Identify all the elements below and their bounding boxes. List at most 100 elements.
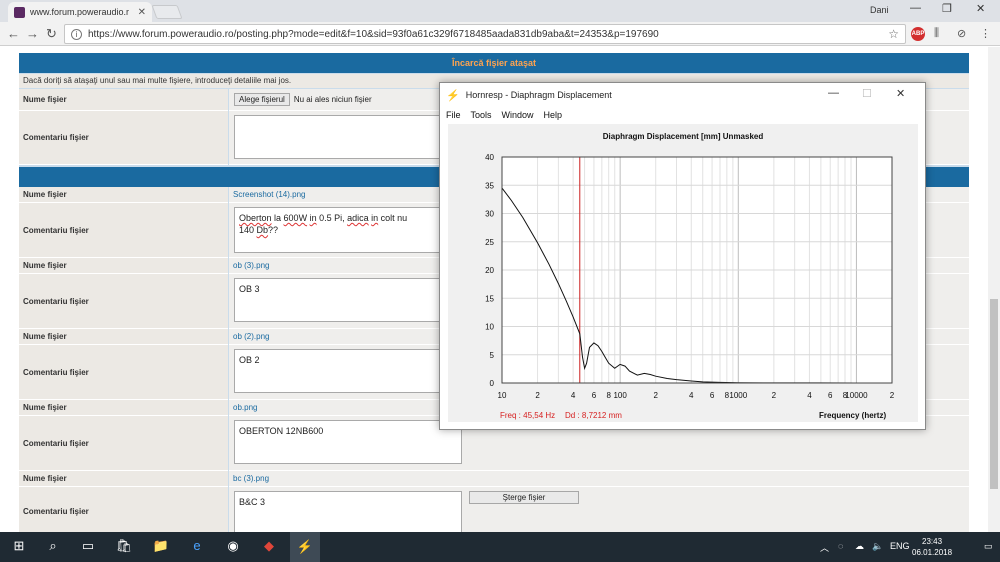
attachment-filename[interactable]: ob (2).png	[233, 332, 269, 341]
minimize-icon[interactable]: —	[910, 2, 921, 14]
file-input[interactable]: Alege fişierul Nu ai ales niciun fişier	[234, 93, 372, 106]
attachment-comment[interactable]: OB 3	[234, 278, 462, 322]
y-tick-label: 35	[485, 181, 494, 190]
attachment-comment[interactable]: OB 2	[234, 349, 462, 393]
tab-bar: www.forum.poweraudio.r ✕ Dani — ❐ ✕	[0, 0, 1000, 22]
close-icon[interactable]: ✕	[896, 87, 905, 100]
displacement-chart[interactable]: 0510152025303540 10 2 4 6 8 100 2 4 6 8 1000 2 4 6 810…	[448, 124, 918, 409]
y-tick-label: 10	[485, 323, 494, 332]
attachment-comment-row: Comentariu fişier B&C 3 Şterge fişier	[19, 487, 969, 532]
language-indicator[interactable]: ENG	[890, 541, 910, 551]
y-tick-label: 15	[485, 294, 494, 303]
x-tick-label: 2	[653, 391, 658, 400]
choose-file-button[interactable]: Alege fişierul	[234, 93, 290, 106]
forward-icon[interactable]: →	[26, 26, 39, 41]
upload-header: Încarcă fişier ataşat	[19, 53, 969, 73]
x-tick-labels: 10 2 4 6 8 100 2 4 6 8 1000 2 4 6 810000 2	[498, 391, 895, 400]
menu-icon[interactable]: ⋮	[980, 27, 991, 40]
filename-label: Nume fişier	[19, 89, 228, 111]
hornresp-titlebar[interactable]: ⚡ Hornresp - Diaphragm Displacement — ☐ …	[440, 83, 925, 107]
attachment-filename[interactable]: ob (3).png	[233, 261, 269, 270]
chrome-icon[interactable]: ◉	[222, 538, 244, 554]
attachment-filename[interactable]: Screenshot (14).png	[233, 190, 306, 199]
delete-file-button[interactable]: Şterge fişier	[469, 491, 579, 504]
search-icon[interactable]: ⌕	[42, 538, 64, 554]
back-icon[interactable]: ←	[7, 26, 20, 41]
url-text[interactable]: https://www.forum.poweraudio.ro/posting.…	[88, 29, 888, 40]
x-tick-label: 1000	[729, 391, 747, 400]
edge-icon[interactable]: e	[186, 538, 208, 553]
attachment-filename[interactable]: ob.png	[233, 403, 257, 412]
store-icon[interactable]: 🛍	[113, 538, 135, 554]
profile-name[interactable]: Dani	[870, 5, 889, 15]
site-info-icon[interactable]: i	[71, 28, 82, 40]
browser-tab[interactable]: www.forum.poweraudio.r ✕	[8, 2, 152, 22]
reload-icon[interactable]: ↻	[46, 26, 57, 42]
y-tick-label: 0	[490, 379, 495, 388]
hornresp-lightning-icon: ⚡	[446, 89, 460, 102]
toolbar: ← → ↻ i https://www.forum.poweraudio.ro/…	[0, 22, 1000, 46]
attachment-comment[interactable]: B&C 3	[234, 491, 462, 532]
attachment-filename[interactable]: bc (3).png	[233, 474, 269, 483]
address-bar[interactable]: i https://www.forum.poweraudio.ro/postin…	[64, 24, 906, 44]
x-tick-label: 2	[890, 391, 895, 400]
plot-area: Diaphragm Displacement [mm] Unmasked 051…	[448, 124, 918, 422]
equalizer-icon[interactable]: ⫼	[934, 27, 939, 40]
bookmark-star-icon[interactable]: ☆	[888, 27, 899, 41]
x-axis-label: Frequency (hertz)	[819, 411, 887, 420]
restore-icon[interactable]: ❐	[942, 2, 952, 15]
x-tick-label: 10	[498, 391, 507, 400]
hornresp-taskbar-icon[interactable]: ⚡	[290, 532, 320, 562]
new-tab-button[interactable]	[151, 5, 183, 19]
clock-time: 23:43	[922, 537, 943, 546]
dd-readout: Dd : 8,7212 mm	[565, 411, 622, 420]
y-tick-label: 40	[485, 153, 494, 162]
volume-icon[interactable]: 🔈	[872, 541, 883, 552]
network-icon[interactable]: ◌	[838, 541, 843, 551]
page-scrollbar[interactable]	[988, 47, 1000, 532]
x-tick-label: 8	[606, 391, 611, 400]
minimize-icon[interactable]: —	[828, 87, 839, 99]
menu-file[interactable]: File	[446, 110, 461, 120]
site-favicon-icon	[14, 6, 25, 18]
attachment-filename-row: Nume fişier bc (3).png	[19, 471, 969, 487]
block-icon[interactable]: ⊘	[957, 27, 966, 40]
menu-tools[interactable]: Tools	[471, 110, 492, 120]
menu-window[interactable]: Window	[502, 110, 534, 120]
x-tick-label: 4	[571, 391, 576, 400]
x-tick-label: 2	[535, 391, 540, 400]
notifications-icon[interactable]: ▭	[984, 541, 993, 552]
onedrive-icon[interactable]: ☁	[855, 541, 864, 552]
x-tick-label: 4	[689, 391, 694, 400]
maximize-icon[interactable]: ☐	[862, 87, 872, 100]
file-explorer-icon[interactable]: 📁	[150, 538, 172, 554]
menu-help[interactable]: Help	[544, 110, 563, 120]
comment-label: Comentariu fişier	[19, 111, 228, 165]
x-tick-label: 100	[613, 391, 627, 400]
adblock-icon[interactable]: ABP	[911, 27, 925, 41]
y-tick-label: 5	[490, 351, 495, 360]
tray-chevron-icon[interactable]: ︿	[820, 541, 829, 554]
windows-start-icon[interactable]: ⊞	[8, 538, 30, 554]
paint-icon[interactable]: ◆	[258, 538, 280, 554]
close-window-icon[interactable]: ✕	[976, 2, 985, 15]
y-tick-labels: 0 5 10 15 20 25 30 35 40	[485, 153, 494, 388]
close-tab-icon[interactable]: ✕	[138, 7, 146, 18]
taskbar: ⊞ ⌕ ▭ 🛍 📁 e ◉ ◆ ⚡ ︿ ◌ ☁ 🔈 ENG 23:43 06.0…	[0, 532, 1000, 562]
x-tick-label: 2	[772, 391, 777, 400]
clock-date: 06.01.2018	[912, 548, 953, 557]
x-tick-label: 6	[592, 391, 597, 400]
attachment-comment[interactable]: OBERTON 12NB600	[234, 420, 462, 464]
attachment-comment[interactable]: Oberton la 600W in 0.5 Pi, adica in colt…	[234, 207, 462, 253]
y-tick-label: 25	[485, 238, 494, 247]
comment-textarea[interactable]	[234, 115, 462, 159]
x-tick-label: 4	[807, 391, 812, 400]
tab-title: www.forum.poweraudio.r	[30, 7, 130, 17]
clock[interactable]: 23:43 06.01.2018	[912, 536, 952, 558]
x-tick-label: 6	[828, 391, 833, 400]
task-view-icon[interactable]: ▭	[77, 538, 99, 554]
scrollbar-thumb[interactable]	[990, 299, 998, 489]
hornresp-title: Hornresp - Diaphragm Displacement	[465, 90, 612, 100]
hornresp-window: ⚡ Hornresp - Diaphragm Displacement — ☐ …	[439, 82, 926, 430]
x-tick-label: 6	[710, 391, 715, 400]
